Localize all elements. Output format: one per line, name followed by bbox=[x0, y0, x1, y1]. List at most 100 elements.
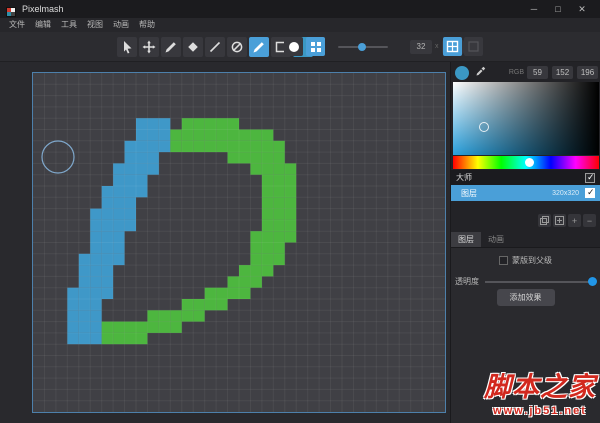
pixel-cell[interactable] bbox=[239, 152, 250, 163]
pixel-cell[interactable] bbox=[90, 231, 101, 242]
tool-line-button[interactable] bbox=[205, 37, 225, 57]
pixel-cell[interactable] bbox=[193, 130, 204, 141]
pixel-cell[interactable] bbox=[262, 130, 273, 141]
pixel-cell[interactable] bbox=[250, 265, 261, 276]
pixel-cell[interactable] bbox=[193, 141, 204, 152]
menu-item-3[interactable]: 视图 bbox=[82, 18, 108, 32]
pixel-cell[interactable] bbox=[102, 276, 113, 287]
pixel-cell[interactable] bbox=[216, 141, 227, 152]
pixel-cell[interactable] bbox=[182, 299, 193, 310]
pixel-cell[interactable] bbox=[285, 186, 296, 197]
pixel-cell[interactable] bbox=[125, 209, 136, 220]
pixel-cell[interactable] bbox=[205, 288, 216, 299]
pixel-cell[interactable] bbox=[147, 152, 158, 163]
pixel-cell[interactable] bbox=[262, 265, 273, 276]
pixel-cell[interactable] bbox=[102, 243, 113, 254]
pixel-cell[interactable] bbox=[170, 310, 181, 321]
pixel-cell[interactable] bbox=[262, 152, 273, 163]
pixel-cell[interactable] bbox=[136, 322, 147, 333]
pixel-cell[interactable] bbox=[102, 288, 113, 299]
pixel-cell[interactable] bbox=[90, 265, 101, 276]
pixel-cell[interactable] bbox=[79, 322, 90, 333]
pixel-cell[interactable] bbox=[67, 310, 78, 321]
pixel-canvas[interactable] bbox=[33, 73, 445, 412]
pixel-cell[interactable] bbox=[102, 186, 113, 197]
pixel-cell[interactable] bbox=[113, 175, 124, 186]
pixel-cell[interactable] bbox=[205, 130, 216, 141]
pixel-cell[interactable] bbox=[113, 333, 124, 344]
menu-item-5[interactable]: 帮助 bbox=[134, 18, 160, 32]
pixel-cell[interactable] bbox=[273, 209, 284, 220]
pixel-cell[interactable] bbox=[285, 163, 296, 174]
pixel-cell[interactable] bbox=[228, 141, 239, 152]
color-g-value[interactable]: 152 bbox=[552, 66, 573, 79]
pixel-cell[interactable] bbox=[159, 322, 170, 333]
pixel-cell[interactable] bbox=[182, 141, 193, 152]
opacity-slider-handle[interactable] bbox=[588, 277, 597, 286]
pixel-cell[interactable] bbox=[262, 209, 273, 220]
pixel-cell[interactable] bbox=[170, 322, 181, 333]
pixel-cell[interactable] bbox=[136, 163, 147, 174]
pixel-cell[interactable] bbox=[170, 141, 181, 152]
current-color-swatch[interactable] bbox=[455, 66, 469, 80]
pixel-cell[interactable] bbox=[193, 118, 204, 129]
pixel-cell[interactable] bbox=[273, 186, 284, 197]
pixel-cell[interactable] bbox=[228, 152, 239, 163]
pixel-cell[interactable] bbox=[147, 163, 158, 174]
color-picker-ring[interactable] bbox=[479, 122, 489, 132]
color-r-value[interactable]: 59 bbox=[527, 66, 548, 79]
pixel-cell[interactable] bbox=[125, 175, 136, 186]
pixel-cell[interactable] bbox=[136, 186, 147, 197]
pixel-cell[interactable] bbox=[285, 197, 296, 208]
pixel-cell[interactable] bbox=[147, 310, 158, 321]
pixel-cell[interactable] bbox=[250, 141, 261, 152]
overlay-toggle-button[interactable] bbox=[464, 37, 483, 56]
pixel-cell[interactable] bbox=[90, 333, 101, 344]
pixel-cell[interactable] bbox=[136, 118, 147, 129]
pixel-cell[interactable] bbox=[125, 220, 136, 231]
pixel-cell[interactable] bbox=[239, 141, 250, 152]
pixel-cell[interactable] bbox=[113, 231, 124, 242]
pixel-cell[interactable] bbox=[228, 276, 239, 287]
pixel-cell[interactable] bbox=[182, 118, 193, 129]
pixel-cell[interactable] bbox=[125, 333, 136, 344]
pixel-cell[interactable] bbox=[239, 130, 250, 141]
pixel-cell[interactable] bbox=[90, 276, 101, 287]
pixel-cell[interactable] bbox=[262, 243, 273, 254]
saturation-brightness-field[interactable] bbox=[453, 82, 599, 155]
pixel-cell[interactable] bbox=[136, 152, 147, 163]
pixel-cell[interactable] bbox=[239, 288, 250, 299]
pixel-cell[interactable] bbox=[273, 175, 284, 186]
pixel-cell[interactable] bbox=[250, 254, 261, 265]
menu-item-1[interactable]: 编辑 bbox=[30, 18, 56, 32]
pixel-cell[interactable] bbox=[147, 118, 158, 129]
pixel-cell[interactable] bbox=[159, 310, 170, 321]
pixel-cell[interactable] bbox=[273, 141, 284, 152]
layer-row[interactable]: 图层 320x320 ✓ bbox=[451, 185, 600, 201]
pixel-cell[interactable] bbox=[102, 333, 113, 344]
pixel-cell[interactable] bbox=[285, 231, 296, 242]
opacity-slider[interactable] bbox=[485, 281, 592, 283]
pixel-cell[interactable] bbox=[125, 322, 136, 333]
color-b-value[interactable]: 196 bbox=[577, 66, 598, 79]
pixel-cell[interactable] bbox=[90, 288, 101, 299]
brush-size-slider-handle[interactable] bbox=[358, 43, 366, 51]
pixel-cell[interactable] bbox=[250, 152, 261, 163]
pixel-cell[interactable] bbox=[262, 197, 273, 208]
tab-layer[interactable]: 图层 bbox=[451, 232, 481, 247]
pixel-cell[interactable] bbox=[193, 310, 204, 321]
pixel-cell[interactable] bbox=[147, 322, 158, 333]
pixel-cell[interactable] bbox=[285, 175, 296, 186]
pixel-cell[interactable] bbox=[262, 175, 273, 186]
pixel-cell[interactable] bbox=[102, 265, 113, 276]
pixel-cell[interactable] bbox=[147, 141, 158, 152]
layer-group-row[interactable]: 大师 ✓ bbox=[451, 170, 600, 185]
pixel-cell[interactable] bbox=[79, 265, 90, 276]
pixel-cell[interactable] bbox=[136, 141, 147, 152]
mask-to-parent-checkbox[interactable] bbox=[499, 256, 508, 265]
pixel-cell[interactable] bbox=[113, 243, 124, 254]
pixel-cell[interactable] bbox=[102, 209, 113, 220]
pixel-cell[interactable] bbox=[136, 333, 147, 344]
pixel-cell[interactable] bbox=[262, 163, 273, 174]
tab-animation[interactable]: 动画 bbox=[481, 232, 511, 247]
